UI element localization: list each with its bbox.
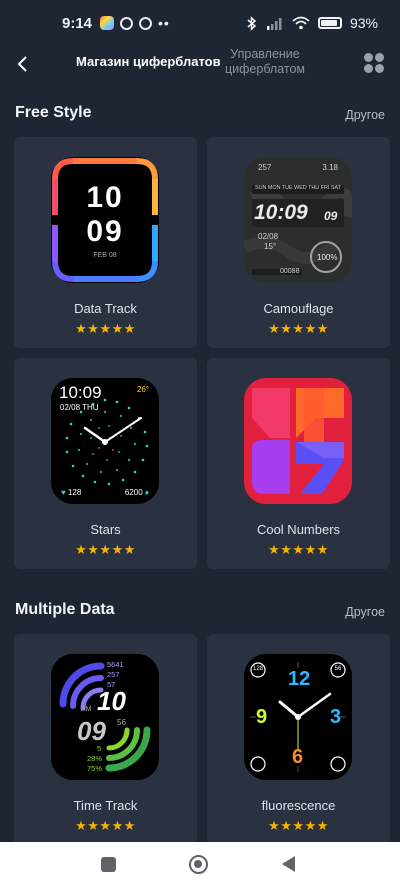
watchface-preview: 257 3.18 SUN MON TUE WED THU FRI SAT 10:… [244, 157, 352, 283]
face-percent: 100% [317, 253, 338, 262]
watchface-name: Time Track [73, 798, 138, 813]
tab-watchface-management[interactable]: Управление циферблатом [222, 47, 308, 77]
face-complication-top-right: 56 [334, 666, 342, 672]
face-time: 10:09 [59, 383, 102, 402]
battery-percent: 93% [349, 15, 378, 31]
face-days: SUN MON TUE WED THU FRI SAT [255, 185, 341, 191]
signal-icon [266, 17, 282, 30]
face-steps: 6200 ♦ [124, 488, 149, 497]
battery-icon [317, 17, 342, 29]
system-icons: 93% [246, 15, 378, 31]
rating-stars: ★★★★★ [268, 542, 329, 557]
face-time: 10:09 [254, 201, 308, 224]
face-stat-1: 5641 [107, 660, 124, 669]
watchface-name: fluorescence [261, 798, 336, 813]
sync-icon [139, 16, 153, 30]
face-hour: 10 [86, 181, 124, 214]
app-header: Магазин циферблатов Управление циферблат… [0, 44, 400, 84]
face-stat-4: 5 [97, 744, 102, 753]
face-minute: 09 [77, 716, 106, 746]
chevron-left-icon [17, 56, 27, 72]
face-minute: 09 [86, 215, 124, 248]
flame-icon: ♦ [144, 488, 149, 497]
more-link-multiple-data[interactable]: Другое [345, 605, 385, 619]
face-stat-5: 28% [87, 754, 103, 763]
face-top-right: 3.18 [322, 163, 338, 172]
face-numeral-6: 6 [292, 746, 304, 768]
section-title-multiple-data: Multiple Data [15, 601, 115, 618]
rating-stars: ★★★★★ [268, 321, 329, 336]
heart-icon: ♥ [61, 488, 66, 497]
face-heart: ♥ 128 [61, 488, 82, 497]
face-stat-6: 75% [87, 764, 103, 773]
watchface-preview: 12 3 6 9 128 56 [244, 654, 352, 780]
watchface-preview: 10:09 02/08 THU 26° ♥ 128 6200 ♦ [51, 378, 159, 504]
face-numeral-9: 9 [256, 706, 268, 728]
bluetooth-icon [247, 15, 257, 31]
rating-stars: ★★★★★ [75, 542, 136, 557]
system-navigation-bar [0, 842, 400, 889]
watchface-name: Camouflage [263, 301, 334, 316]
notification-icons: •• [100, 15, 170, 31]
face-steps: 00088 [280, 268, 300, 275]
face-complication-top-left: 128 [252, 666, 263, 672]
tab-watchface-store[interactable]: Магазин циферблатов [76, 54, 221, 69]
watchface-preview: 10 09 FEB 08 [51, 157, 159, 283]
apps-grid-icon[interactable] [364, 53, 384, 73]
section-title-free-style: Free Style [15, 104, 92, 121]
status-time: 9:14 [62, 14, 93, 32]
cool-numbers-face-art [244, 378, 352, 504]
face-hour: 10 [97, 686, 126, 716]
watchface-name: Stars [90, 522, 121, 537]
app-notification-icon [100, 16, 115, 30]
home-button[interactable] [189, 855, 208, 874]
face-numeral-3: 3 [330, 706, 342, 728]
watchface-card-cool-numbers[interactable]: Cool Numbers ★★★★★ [207, 358, 390, 569]
back-button[interactable] [10, 50, 34, 78]
rating-stars: ★★★★★ [268, 818, 329, 833]
rating-stars: ★★★★★ [75, 321, 136, 336]
face-temp: 15° [264, 242, 277, 251]
face-date: FEB 08 [93, 252, 117, 259]
face-temp: 26° [136, 385, 149, 394]
watchface-card-camouflage[interactable]: 257 3.18 SUN MON TUE WED THU FRI SAT 10:… [207, 137, 390, 348]
more-link-free-style[interactable]: Другое [345, 108, 385, 122]
face-date: 02/08 [258, 232, 279, 241]
sync-icon [120, 16, 134, 30]
more-notifications-icon: •• [158, 15, 170, 31]
watchface-card-data-track[interactable]: 10 09 FEB 08 Data Track ★★★★★ [14, 137, 197, 348]
face-ampm: AM [81, 706, 92, 713]
watchface-name: Cool Numbers [256, 522, 341, 537]
back-nav-button[interactable] [282, 856, 295, 872]
watchface-card-stars[interactable]: 10:09 02/08 THU 26° ♥ 128 6200 ♦ Stars ★… [14, 358, 197, 569]
watchface-name: Data Track [74, 301, 137, 316]
rating-stars: ★★★★★ [75, 818, 136, 833]
face-numeral-12: 12 [288, 668, 311, 690]
recents-button[interactable] [101, 857, 116, 872]
wifi-icon [292, 16, 310, 30]
watchface-preview: 5641 257 57 AM 10 09 56 5 28% 75% [51, 654, 159, 780]
watchface-card-fluorescence[interactable]: 12 3 6 9 128 56 fluorescence ★★★★★ [207, 634, 390, 845]
face-seconds: 09 [324, 209, 338, 223]
face-top-left: 257 [258, 163, 272, 172]
watchface-preview [244, 378, 352, 504]
face-seconds: 56 [117, 718, 126, 727]
face-date: 02/08 THU [60, 403, 99, 412]
status-bar: 9:14 •• 93% [0, 0, 400, 46]
watchface-card-time-track[interactable]: 5641 257 57 AM 10 09 56 5 28% 75% Time T… [14, 634, 197, 845]
face-stat-2: 257 [107, 670, 120, 679]
